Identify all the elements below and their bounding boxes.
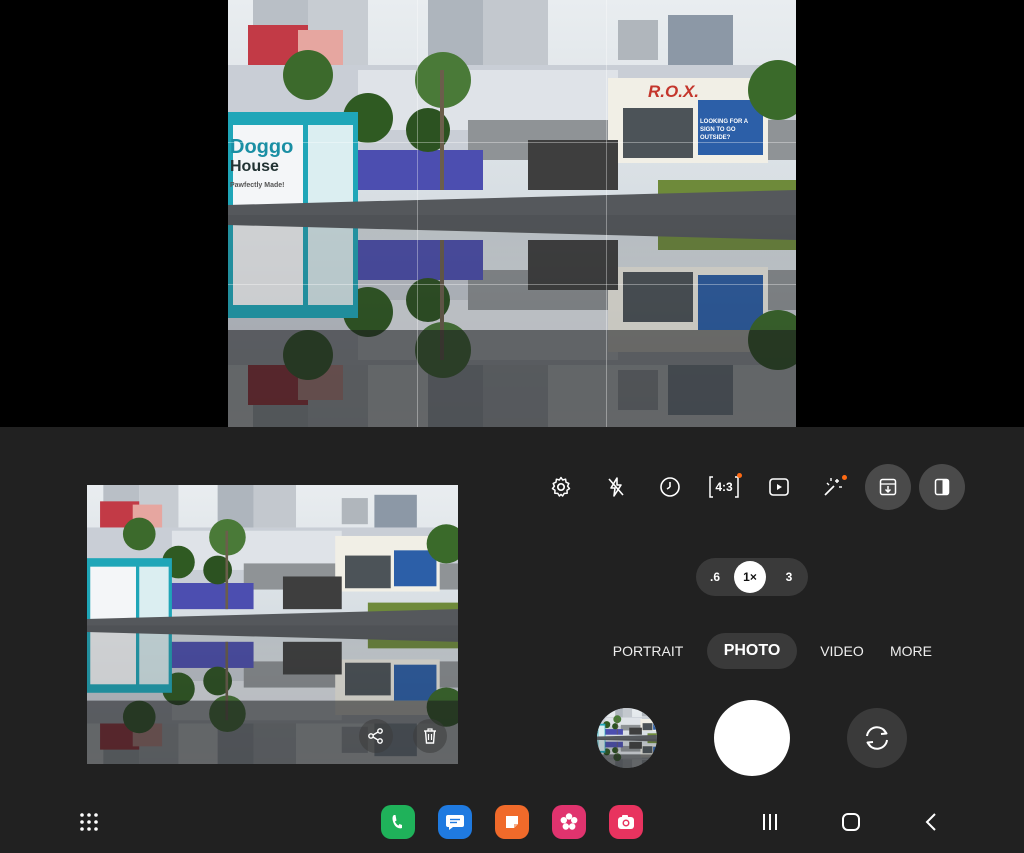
mode-portrait[interactable]: PORTRAIT	[605, 633, 691, 669]
phone-app[interactable]	[381, 805, 415, 839]
sign-rox-banner: LOOKING FOR A SIGN TO GO OUTSIDE?	[700, 119, 748, 141]
aspect-ratio-label: 4:3	[715, 480, 733, 494]
apps-drawer-button[interactable]	[74, 807, 104, 837]
message-bubble-icon	[446, 815, 464, 830]
flower-icon	[560, 813, 578, 830]
new-badge	[737, 473, 742, 478]
grid-line	[606, 0, 607, 427]
gallery-app[interactable]	[552, 805, 586, 839]
download-icon	[879, 478, 897, 496]
zoom-selector: .6 1× 3	[696, 558, 808, 596]
switch-camera-icon	[866, 726, 888, 750]
messages-app[interactable]	[438, 805, 472, 839]
camera-control-panel: 4:3 .6 1× 3 PORTRAIT PHOTO VIDEO MORE	[0, 427, 1024, 853]
app-grid-icon	[80, 813, 98, 831]
download-button[interactable]	[865, 464, 911, 510]
recent-apps-button[interactable]	[755, 807, 785, 837]
zoom-option-tele[interactable]: 3	[774, 558, 804, 596]
recents-icon	[763, 814, 777, 830]
preview-scene	[87, 485, 458, 764]
split-view-button[interactable]	[919, 464, 965, 510]
gallery-thumbnail[interactable]	[597, 708, 657, 768]
shutter-button[interactable]	[714, 700, 790, 776]
motion-photo-button[interactable]	[759, 467, 799, 507]
grid-line	[417, 0, 418, 427]
zoom-option-ultrawide[interactable]: .6	[700, 558, 730, 596]
sign-doggo-house: Doggo House Pawfectly Made!	[230, 136, 294, 189]
new-badge	[842, 475, 847, 480]
back-button[interactable]	[917, 807, 947, 837]
home-button[interactable]	[836, 807, 866, 837]
grid-line	[228, 284, 796, 285]
timer-button[interactable]	[650, 467, 690, 507]
notes-icon	[506, 816, 518, 828]
timer-icon	[660, 477, 680, 497]
settings-button[interactable]	[541, 467, 581, 507]
switch-camera-button[interactable]	[847, 708, 907, 768]
trash-icon	[424, 728, 436, 744]
camera-icon	[618, 815, 634, 829]
flash-off-icon	[608, 477, 624, 497]
back-chevron-icon	[925, 813, 936, 831]
grid-line	[228, 142, 796, 143]
flash-toggle-button[interactable]	[596, 467, 636, 507]
viewfinder-scene	[228, 0, 796, 427]
home-icon	[842, 813, 860, 831]
mode-photo[interactable]: PHOTO	[707, 633, 797, 669]
notes-app[interactable]	[495, 805, 529, 839]
split-view-icon	[934, 478, 950, 496]
zoom-option-selected[interactable]: 1×	[734, 561, 766, 593]
camera-app[interactable]	[609, 805, 643, 839]
gear-icon	[551, 476, 571, 497]
sign-rox: R.O.X.	[648, 82, 700, 101]
filters-button[interactable]	[813, 467, 853, 507]
share-button[interactable]	[359, 719, 393, 753]
mode-video[interactable]: VIDEO	[812, 633, 872, 669]
gallery-thumbnail-image	[597, 708, 657, 768]
phone-icon	[392, 815, 402, 829]
last-photo-preview[interactable]	[87, 485, 458, 764]
share-icon	[368, 728, 383, 744]
aspect-ratio-button[interactable]: 4:3	[704, 467, 744, 507]
motion-photo-icon	[769, 478, 789, 496]
delete-button[interactable]	[413, 719, 447, 753]
mode-more[interactable]: MORE	[882, 633, 940, 669]
camera-viewfinder[interactable]: Doggo House Pawfectly Made! R.O.X. LOOKI…	[228, 0, 796, 427]
